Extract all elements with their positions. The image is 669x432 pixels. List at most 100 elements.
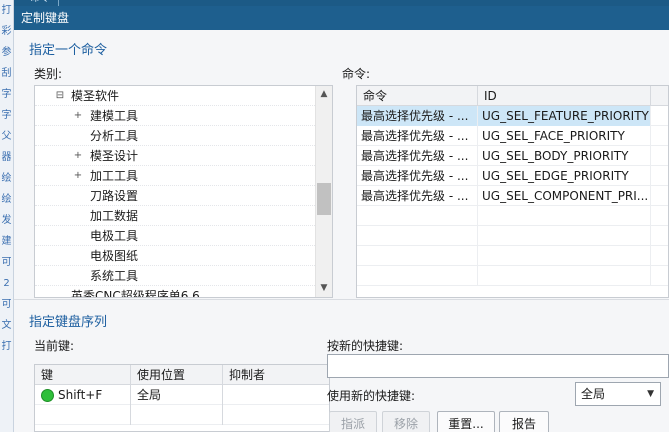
scroll-down-icon[interactable]: ▼ (316, 280, 332, 297)
background-glyph: 2 (3, 278, 10, 289)
command-row[interactable]: 最高选择优先级 - ... UG_SEL_BODY_PRIORITY (357, 146, 668, 166)
background-glyph: 打 (1, 341, 12, 352)
command-name: 最高选择优先级 - ... (357, 106, 478, 126)
tree-item[interactable]: 电极工具 (35, 226, 315, 246)
key-row[interactable]: Shift+F 全局 (35, 385, 329, 405)
empty-row (357, 226, 668, 246)
column-header-location[interactable]: 使用位置 (131, 365, 223, 385)
empty-row (357, 246, 668, 266)
background-glyph: 绘 (1, 173, 12, 184)
tree-scrollbar[interactable]: ▲ ▼ (315, 86, 332, 297)
command-id: UG_SEL_EDGE_PRIORITY (478, 166, 651, 186)
command-section-title: 指定一个命令 (29, 43, 108, 58)
background-glyph: 打 (1, 5, 12, 16)
tree-item-label: 系统工具 (90, 269, 139, 283)
tree-item-label: 电极工具 (90, 229, 139, 243)
command-label: 命令: (342, 67, 371, 81)
command-row[interactable]: 最高选择优先级 - ... UG_SEL_FEATURE_PRIORITY (357, 106, 668, 126)
tree-item[interactable]: 分析工具 (35, 126, 315, 146)
tree-item-label: 英秀CNC超级程序单6.6 (71, 289, 200, 298)
tree-item[interactable]: 加工数据 (35, 206, 315, 226)
location-value: 全局 (131, 385, 223, 405)
column-header-suppressor[interactable]: 抑制者 (223, 365, 329, 385)
empty-row (357, 206, 668, 226)
background-side-strip: 打 彩 参 刮 字 字 父 器 绘 绘 发 建 可 2 可 文 打 (0, 0, 14, 432)
command-name: 最高选择优先级 - ... (357, 186, 478, 206)
tree-item[interactable]: 电极图纸 (35, 246, 315, 266)
expand-icon[interactable]: + (73, 166, 83, 186)
background-glyph: 刮 (1, 68, 12, 79)
tree-item[interactable]: 系统工具 (35, 266, 315, 286)
chevron-down-icon: ▼ (647, 389, 654, 399)
tree-item[interactable]: 英秀CNC超级程序单6.6 (35, 286, 315, 298)
key-value: Shift+F (58, 388, 103, 402)
tree-item[interactable]: + 建模工具 (35, 106, 315, 126)
background-glyph: 建 (1, 236, 12, 247)
tree-item-label: 分析工具 (90, 129, 139, 143)
category-tree[interactable]: ⊟ 模圣软件 + 建模工具 分析工具 + 模圣设计 + 加工工具 刀路设置 加工… (34, 85, 333, 298)
section-divider (14, 299, 669, 300)
tree-item[interactable]: + 模圣设计 (35, 146, 315, 166)
category-label: 类别: (34, 67, 63, 81)
tree-item[interactable]: + 加工工具 (35, 166, 315, 186)
tree-item-label: 模圣设计 (90, 149, 139, 163)
scroll-up-icon[interactable]: ▲ (316, 86, 332, 103)
tree-item[interactable]: 刀路设置 (35, 186, 315, 206)
column-header-command[interactable]: 命令 (357, 86, 478, 106)
background-glyph: 彩 (1, 26, 12, 37)
command-row[interactable]: 最高选择优先级 - ... UG_SEL_FACE_PRIORITY (357, 126, 668, 146)
tree-item-label: 刀路设置 (90, 189, 139, 203)
reset-button[interactable]: 重置... (437, 411, 495, 432)
command-row[interactable]: 最高选择优先级 - ... UG_SEL_COMPONENT_PRI... (357, 186, 668, 206)
background-glyph: 参 (1, 47, 12, 58)
status-ok-icon (41, 389, 54, 402)
tree-item[interactable]: ⊟ 模圣软件 (35, 86, 315, 106)
expand-icon[interactable]: + (73, 106, 83, 126)
report-button[interactable]: 报告 (499, 411, 549, 432)
scope-select[interactable]: 全局 ▼ (575, 382, 661, 406)
command-name: 最高选择优先级 - ... (357, 146, 478, 166)
background-glyph: 字 (1, 89, 12, 100)
tree-item-label: 加工工具 (90, 169, 139, 183)
column-header-key[interactable]: 键 (35, 365, 131, 385)
command-table-header: 命令 ID (357, 86, 668, 106)
suppressor-value (223, 385, 329, 405)
background-glyph: 可 (1, 257, 12, 268)
assign-button[interactable]: 指派 (329, 411, 377, 432)
tree-item-label: 建模工具 (90, 109, 139, 123)
use-new-shortcut-label: 使用新的快捷键: (327, 389, 416, 403)
current-keys-table: 键 使用位置 抑制者 Shift+F 全局 (34, 364, 330, 432)
customize-keyboard-dialog: 定制键盘 指定一个命令 类别: 命令: ⊟ 模圣软件 + 建模工具 分析工具 +… (14, 6, 669, 432)
command-name: 最高选择优先级 - ... (357, 126, 478, 146)
expand-icon[interactable]: + (73, 146, 83, 166)
collapse-icon[interactable]: ⊟ (55, 86, 65, 106)
new-shortcut-input[interactable] (327, 354, 669, 378)
command-id: UG_SEL_FACE_PRIORITY (478, 126, 651, 146)
background-glyph: 父 (1, 131, 12, 142)
background-glyph: 发 (1, 215, 12, 226)
command-id: UG_SEL_BODY_PRIORITY (478, 146, 651, 166)
keys-table-header: 键 使用位置 抑制者 (35, 365, 329, 385)
key-section-title: 指定键盘序列 (29, 315, 108, 330)
empty-row (357, 266, 668, 286)
command-row[interactable]: 最高选择优先级 - ... UG_SEL_EDGE_PRIORITY (357, 166, 668, 186)
command-id: UG_SEL_COMPONENT_PRI... (478, 186, 651, 206)
tree-item-label: 模圣软件 (71, 89, 120, 103)
column-header-id[interactable]: ID (478, 86, 651, 106)
key-cell: Shift+F (35, 385, 131, 405)
command-table: 命令 ID 最高选择优先级 - ... UG_SEL_FEATURE_PRIOR… (356, 85, 669, 298)
dialog-title: 定制键盘 (14, 6, 669, 30)
scope-select-value: 全局 (581, 387, 606, 401)
tree-item-label: 加工数据 (90, 209, 139, 223)
background-glyph: 器 (1, 152, 12, 163)
remove-button[interactable]: 移除 (382, 411, 430, 432)
background-glyph: 字 (1, 110, 12, 121)
background-glyph: 文 (1, 320, 12, 331)
tree-item-label: 电极图纸 (90, 249, 139, 263)
empty-row (35, 405, 329, 425)
command-id: UG_SEL_FEATURE_PRIORITY (478, 106, 651, 126)
command-name: 最高选择优先级 - ... (357, 166, 478, 186)
scroll-thumb[interactable] (317, 183, 331, 215)
current-key-label: 当前键: (34, 339, 75, 353)
background-glyph: 绘 (1, 194, 12, 205)
